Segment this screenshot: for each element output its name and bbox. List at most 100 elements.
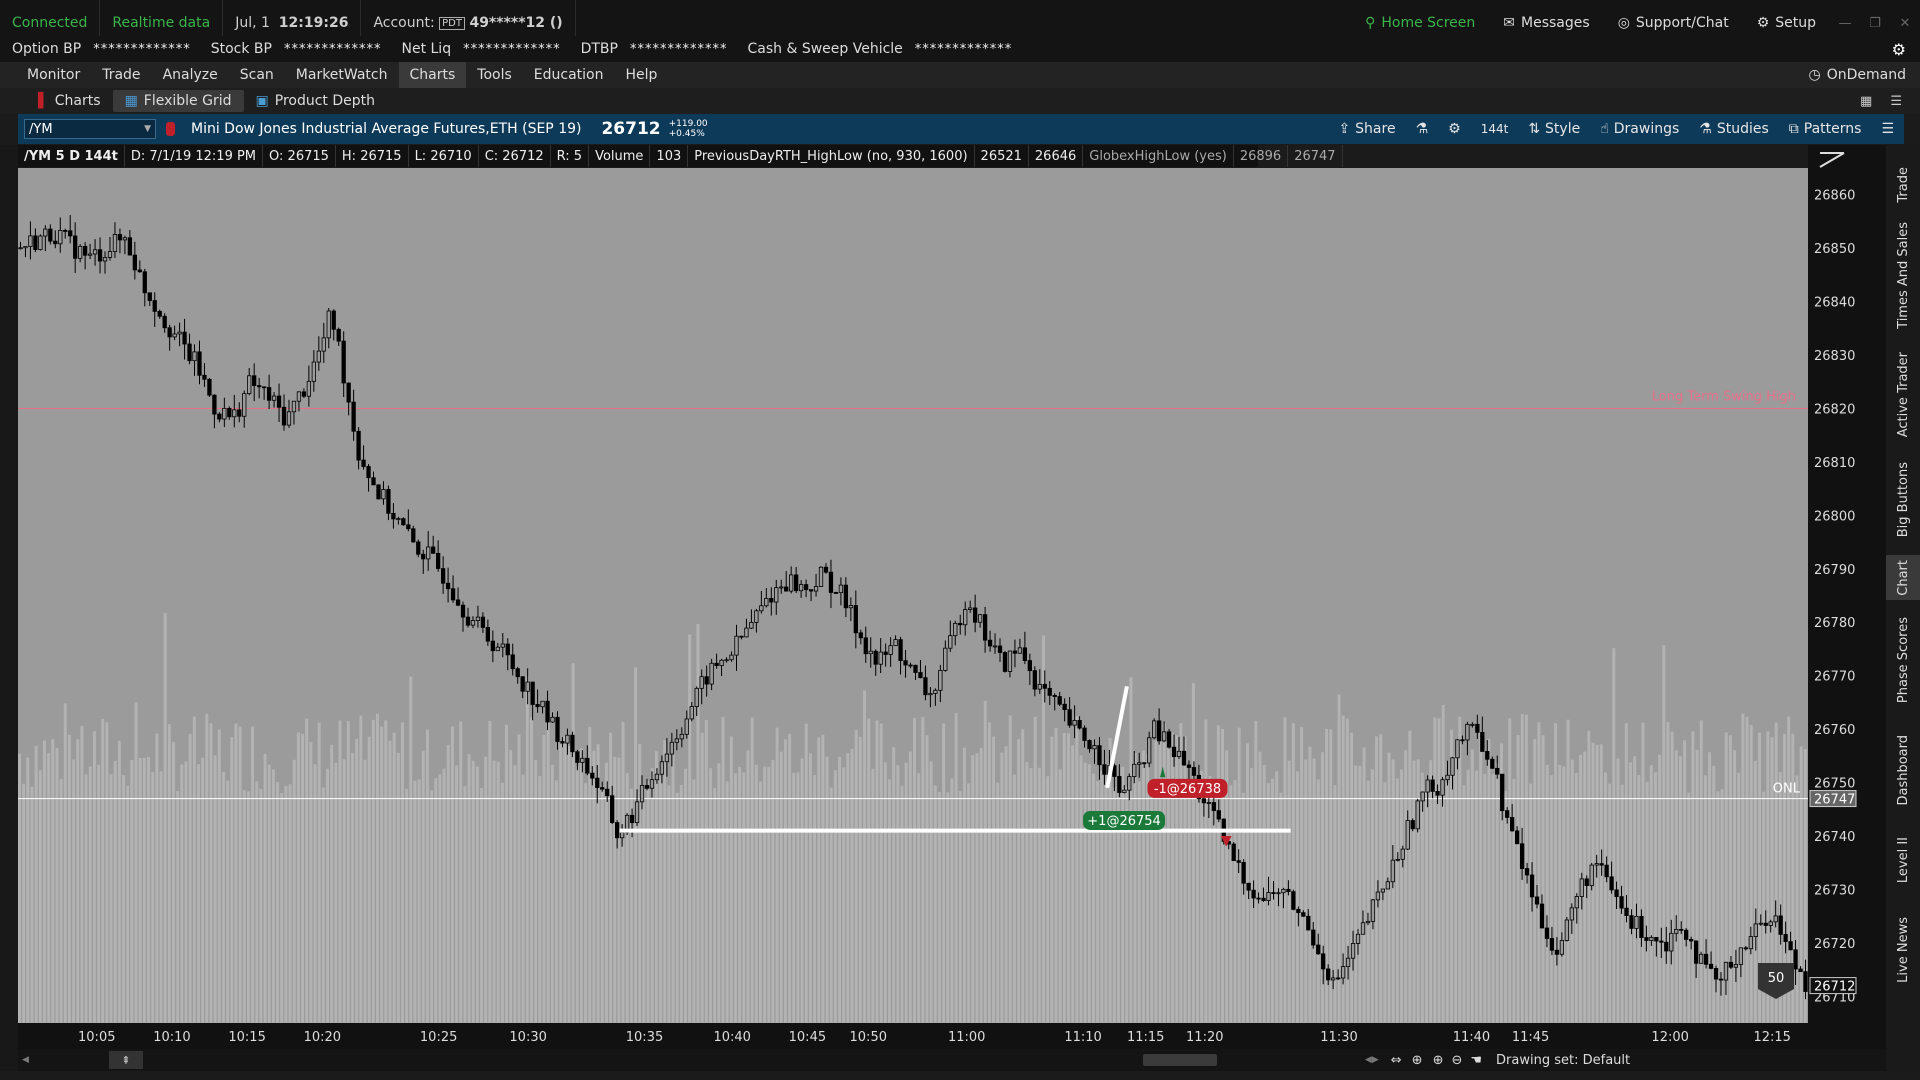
zoom-out-icon[interactable]: ⊖ [1451,1053,1462,1068]
candle-body [1445,774,1450,781]
menu-education[interactable]: Education [523,62,615,88]
menu-monitor[interactable]: Monitor [16,62,91,88]
volume-bar [1058,769,1062,1023]
chart-menu-button[interactable]: ☰ [1871,114,1904,144]
drawing-set-label[interactable]: Drawing set: Default [1496,1053,1630,1068]
time-axis[interactable]: 10:05 10:10 10:15 10:20 10:25 10:30 10:35 10:40… [18,1023,1886,1049]
candle-body [192,351,197,362]
price-tick-label: 26780 [1814,616,1855,631]
maximize-icon[interactable]: ❐ [1860,16,1890,31]
gear-icon[interactable]: ⚙ [1892,40,1906,59]
studies-button[interactable]: ⚗ Studies [1689,114,1779,144]
volume-bar [767,766,771,1023]
symbol-input[interactable]: /YM ▼ [24,119,156,139]
ondemand-button[interactable]: ◷ OnDemand [1809,67,1920,83]
menu-tools[interactable]: Tools [466,62,523,88]
menu-help[interactable]: Help [614,62,668,88]
price-tick-label: 26830 [1814,349,1855,364]
price-chart[interactable]: Long Term Swing High ONL +1@26754 -1@26738 5… [18,168,1808,1023]
chart-area[interactable]: Long Term Swing High ONL +1@26754 -1@26738 5… [18,168,1808,1023]
candle-body [306,380,312,397]
candle-body [1142,762,1147,765]
candle-body [1544,927,1550,939]
hand-icon[interactable]: ☚ [1470,1053,1482,1068]
side-tab-trade[interactable]: Trade [1886,155,1920,215]
candle-body [779,586,784,589]
volume-bar [1400,769,1404,1023]
side-tab-chart[interactable]: Chart [1886,555,1920,600]
side-tab-times-and-sales[interactable]: Times And Sales [1886,215,1920,335]
link-color-icon[interactable] [166,122,175,136]
candle-body [1077,720,1082,729]
subtab-charts[interactable]: ▌ Charts [26,90,113,112]
pan-icon[interactable]: ⇔ [1391,1053,1402,1068]
volume-bar [1683,740,1687,1023]
volume-bar [525,676,529,1023]
drawings-button[interactable]: ☝ Drawings [1590,114,1689,144]
share-button[interactable]: ⇪ Share [1328,114,1405,144]
volume-bar [355,738,359,1023]
candle-body [1181,750,1187,766]
volume-bar [142,757,146,1023]
volume-bar [22,783,26,1023]
volume-bar [1566,719,1570,1023]
menu-analyze[interactable]: Analyze [152,62,229,88]
crosshair-icon[interactable]: ⊕ [1412,1053,1423,1068]
menu-marketwatch[interactable]: MarketWatch [285,62,399,88]
side-tab-level-ii[interactable]: Level II [1886,825,1920,895]
chevron-down-icon[interactable]: ▼ [144,124,151,134]
settings-button[interactable]: ⚙ [1438,114,1471,144]
zoom-in-icon[interactable]: ⊕ [1433,1053,1444,1068]
side-tab-active-trader[interactable]: Active Trader [1886,345,1920,445]
menu-scan[interactable]: Scan [229,62,285,88]
volume-bar [1479,731,1483,1023]
candle-body [1703,953,1709,965]
candle-body [664,753,670,763]
volume-bar [1358,765,1362,1023]
minimize-icon[interactable]: — [1830,16,1860,31]
collapse-panel-button[interactable]: ⇞ [108,1051,143,1069]
volume-bar [892,747,896,1023]
volume-bar [1408,730,1412,1023]
info-volume-label[interactable]: Volume [589,145,651,167]
patterns-button[interactable]: ⧉ Patterns [1779,114,1872,144]
volume-bar [863,690,867,1023]
volume-bar [67,734,71,1023]
candle-body [1584,878,1589,887]
volume-bar [221,771,225,1023]
candle-body [828,571,834,593]
info-study1[interactable]: PreviousDayRTH_HighLow (no, 930, 1600) [688,145,975,167]
candle-body [460,604,466,618]
candle-body [112,234,118,252]
candle-body [227,407,232,418]
side-tab-live-news[interactable]: Live News [1886,905,1920,995]
side-tab-dashboard[interactable]: Dashboard [1886,725,1920,815]
side-tab-phase-scores[interactable]: Phase Scores [1886,605,1920,715]
time-tick-label: 10:40 [713,1030,750,1045]
time-tick-label: 10:50 [850,1030,887,1045]
menu-charts[interactable]: Charts [398,62,467,88]
beaker-button[interactable]: ⚗ [1406,114,1439,144]
volume-bar [1300,726,1304,1023]
subtab-product-depth[interactable]: ▣ Product Depth [244,90,387,112]
volume-bar [1745,716,1749,1023]
scroll-right-icon[interactable]: ◀▶ [1365,1055,1379,1065]
menu-trade[interactable]: Trade [91,62,151,88]
volume-bar [413,780,417,1023]
side-tab-big-buttons[interactable]: Big Buttons [1886,455,1920,545]
volume-bar [251,726,255,1023]
volume-bar [1258,751,1262,1023]
subtab-flexible-grid[interactable]: ▦ Flexible Grid [112,90,244,112]
left-collapse-strip[interactable] [0,145,18,1071]
candle-body [1057,696,1062,705]
candle-body [1231,843,1236,862]
grid-icon[interactable]: ▦ [1860,94,1872,109]
info-study2[interactable]: GlobexHighLow (yes) [1083,145,1234,167]
style-button[interactable]: ⇅ Style [1518,114,1590,144]
aggregation-button[interactable]: 144t [1471,114,1519,144]
scroll-left-icon[interactable]: ◀ [22,1055,29,1065]
list-icon[interactable]: ☰ [1890,94,1902,109]
close-icon[interactable]: ✕ [1890,16,1920,31]
price-axis[interactable]: 26860 26850 26840 26830 26820 26810 26800 26790… [1808,145,1886,1023]
horizontal-scrollbar[interactable] [1142,1054,1217,1066]
